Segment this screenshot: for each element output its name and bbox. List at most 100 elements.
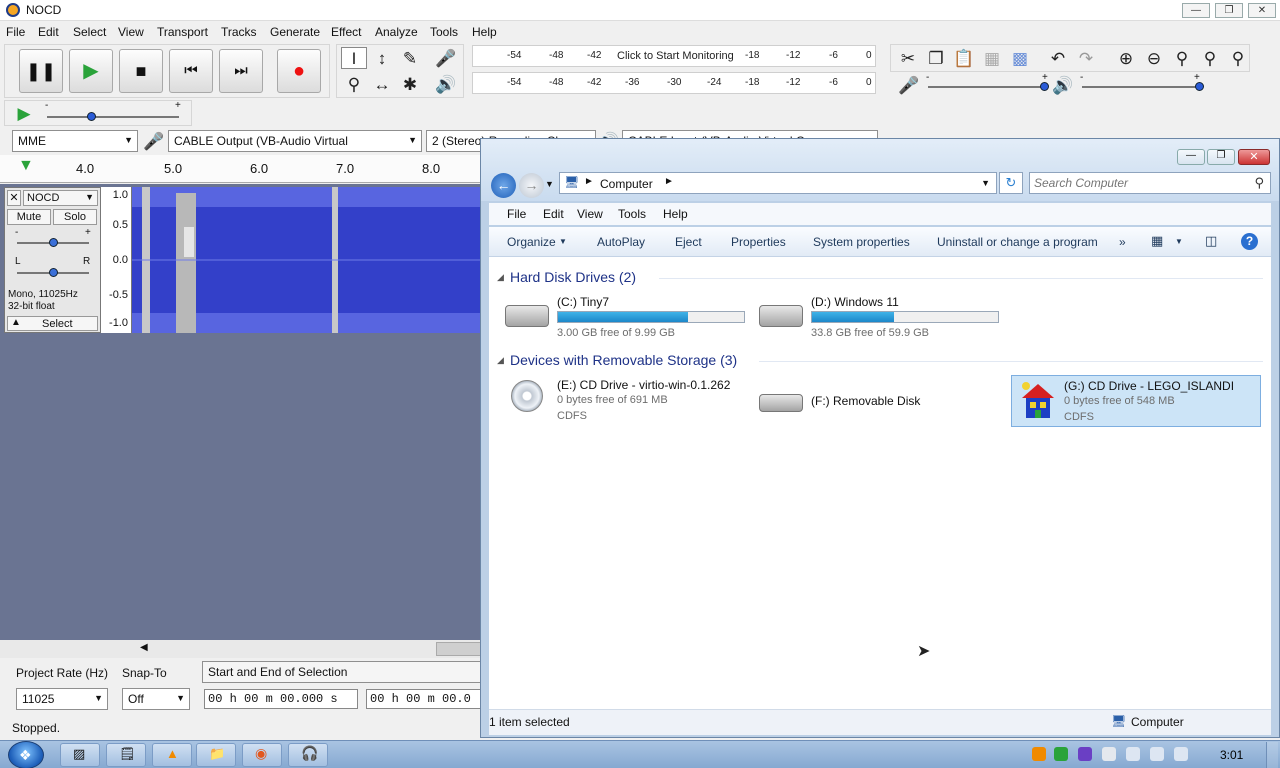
mute-button[interactable]: Mute: [7, 209, 51, 225]
taskbar-app-1[interactable]: ▨: [60, 743, 100, 767]
menu-generate[interactable]: Generate: [270, 25, 320, 39]
start-button[interactable]: ❖: [8, 741, 44, 768]
taskbar-vlc[interactable]: ▲: [152, 743, 192, 767]
menu-tools[interactable]: Tools: [430, 25, 458, 39]
group-collapse-icon[interactable]: ◢: [497, 272, 504, 283]
refresh-icon[interactable]: ↻: [999, 172, 1023, 194]
explorer-menu-tools[interactable]: Tools: [618, 207, 646, 221]
skip-start-button[interactable]: ⏮: [169, 49, 213, 93]
trim-icon[interactable]: ▦: [979, 47, 1005, 69]
address-bar[interactable]: 🖥 ► Computer ► ▼: [559, 172, 997, 194]
start-monitoring-label[interactable]: Click to Start Monitoring: [617, 50, 734, 62]
playback-meter[interactable]: -54 -48 -42 -36 -30 -24 -18 -12 -6 0: [472, 72, 876, 94]
stop-button[interactable]: ■: [119, 49, 163, 93]
tray-action-center-icon[interactable]: [1102, 747, 1116, 761]
copy-icon[interactable]: ❐: [923, 47, 949, 69]
redo-icon[interactable]: ↷: [1073, 47, 1099, 69]
pause-button[interactable]: ❚❚: [19, 49, 63, 93]
explorer-maximize-button[interactable]: ❐: [1207, 149, 1235, 165]
properties-button[interactable]: Properties: [731, 235, 786, 249]
undo-icon[interactable]: ↶: [1045, 47, 1071, 69]
drive-d[interactable]: (D:) Windows 11 33.8 GB free of 59.9 GB: [759, 295, 1009, 347]
explorer-content[interactable]: ◢ Hard Disk Drives (2) (C:) Tiny7 3.00 G…: [489, 257, 1271, 709]
view-options-icon[interactable]: ▦: [1151, 233, 1163, 249]
explorer-menu-view[interactable]: View: [577, 207, 603, 221]
play-head-icon[interactable]: ▼: [18, 157, 34, 175]
show-desktop-button[interactable]: [1266, 742, 1278, 768]
envelope-tool-icon[interactable]: ↕: [369, 47, 395, 69]
breadcrumb-chevron-icon[interactable]: ►: [664, 176, 674, 187]
paste-icon[interactable]: 📋: [951, 47, 977, 69]
playback-volume-slider[interactable]: [1082, 86, 1202, 88]
gain-knob[interactable]: [49, 238, 58, 247]
scroll-left-icon[interactable]: ◀: [140, 642, 148, 653]
fit-selection-icon[interactable]: ⚲: [1169, 47, 1195, 69]
speed-knob[interactable]: [87, 112, 96, 121]
multi-tool-icon[interactable]: ✱: [397, 73, 423, 95]
cut-icon[interactable]: ✂: [895, 47, 921, 69]
speed-slider[interactable]: [47, 116, 179, 118]
search-icon[interactable]: ⚲: [1254, 175, 1264, 191]
waveform[interactable]: [132, 187, 482, 333]
explorer-menu-edit[interactable]: Edit: [543, 207, 564, 221]
address-dropdown-icon[interactable]: ▼: [981, 178, 990, 188]
tray-flag-icon[interactable]: [1126, 747, 1140, 761]
organize-button[interactable]: Organize: [507, 235, 556, 249]
tray-volume-icon[interactable]: [1174, 747, 1188, 761]
recording-device-select[interactable]: CABLE Output (VB-Audio Virtual ▼: [168, 130, 422, 152]
chevron-down-icon[interactable]: ▼: [1175, 237, 1183, 246]
tray-display-icon[interactable]: [1150, 747, 1164, 761]
record-button[interactable]: ●: [277, 49, 321, 93]
zoom-out-icon[interactable]: ⊖: [1141, 47, 1167, 69]
help-icon[interactable]: ?: [1241, 233, 1258, 250]
more-commands-button[interactable]: »: [1119, 235, 1126, 249]
selection-mode-select[interactable]: Start and End of Selection: [202, 661, 482, 683]
solo-button[interactable]: Solo: [53, 209, 97, 225]
track-name-menu[interactable]: NOCD ▼: [23, 190, 98, 206]
maximize-button[interactable]: ❐: [1215, 3, 1243, 18]
timeline-ruler[interactable]: ▼ 4.0 5.0 6.0 7.0 8.0: [0, 155, 482, 183]
snap-to-select[interactable]: Off ▼: [122, 688, 190, 710]
taskbar-audacity[interactable]: 🎧: [288, 743, 328, 767]
recent-pages-chevron-icon[interactable]: ▼: [545, 179, 554, 189]
menu-help[interactable]: Help: [472, 25, 497, 39]
record-meter[interactable]: -54 -48 -42 Click to Start Monitoring -1…: [472, 45, 876, 67]
drive-g-selected[interactable]: (G:) CD Drive - LEGO_ISLANDI 0 bytes fre…: [1011, 375, 1261, 427]
preview-pane-icon[interactable]: ◫: [1205, 233, 1217, 249]
recording-volume-slider[interactable]: [928, 86, 1048, 88]
back-arrow-icon[interactable]: ←: [491, 173, 516, 198]
track-select-button[interactable]: ▲ Select: [7, 316, 98, 331]
tray-network-icon[interactable]: [1054, 747, 1068, 761]
track-close-icon[interactable]: ✕: [7, 190, 21, 206]
group-header-hard-disks[interactable]: Hard Disk Drives (2): [510, 269, 636, 285]
explorer-close-button[interactable]: ✕: [1238, 149, 1270, 165]
uninstall-program-button[interactable]: Uninstall or change a program: [937, 235, 1098, 249]
drive-f[interactable]: (F:) Removable Disk: [759, 378, 1009, 430]
breadcrumb-chevron-icon[interactable]: ►: [584, 176, 594, 187]
fit-project-icon[interactable]: ⚲: [1197, 47, 1223, 69]
zoom-in-icon[interactable]: ⊕: [1113, 47, 1139, 69]
play-meter-speaker-icon[interactable]: 🔊: [433, 73, 459, 95]
explorer-minimize-button[interactable]: —: [1177, 149, 1205, 165]
selection-tool-icon[interactable]: I: [341, 47, 367, 69]
explorer-menu-help[interactable]: Help: [663, 207, 688, 221]
menu-effect[interactable]: Effect: [331, 25, 361, 39]
taskbar-explorer[interactable]: 📁: [196, 743, 236, 767]
project-rate-select[interactable]: 11025 ▼: [16, 688, 108, 710]
selection-start-time[interactable]: 00 h 00 m 00.000 s: [204, 689, 358, 709]
menu-file[interactable]: File: [6, 25, 25, 39]
group-collapse-icon[interactable]: ◢: [497, 355, 504, 366]
horizontal-scrollbar[interactable]: ◀: [0, 640, 482, 658]
search-box[interactable]: ⚲: [1029, 172, 1271, 194]
explorer-menu-file[interactable]: File: [507, 207, 526, 221]
system-properties-button[interactable]: System properties: [813, 235, 910, 249]
zoom-toggle-icon[interactable]: ⚲: [1225, 47, 1251, 69]
autoplay-button[interactable]: AutoPlay: [597, 235, 645, 249]
menu-analyze[interactable]: Analyze: [375, 25, 418, 39]
pan-knob[interactable]: [49, 268, 58, 277]
recording-volume-knob[interactable]: [1040, 82, 1049, 91]
silence-icon[interactable]: ▩: [1007, 47, 1033, 69]
taskbar-notepad[interactable]: 🗒: [106, 743, 146, 767]
tray-mic-icon[interactable]: [1078, 747, 1092, 761]
group-header-removable[interactable]: Devices with Removable Storage (3): [510, 352, 737, 368]
